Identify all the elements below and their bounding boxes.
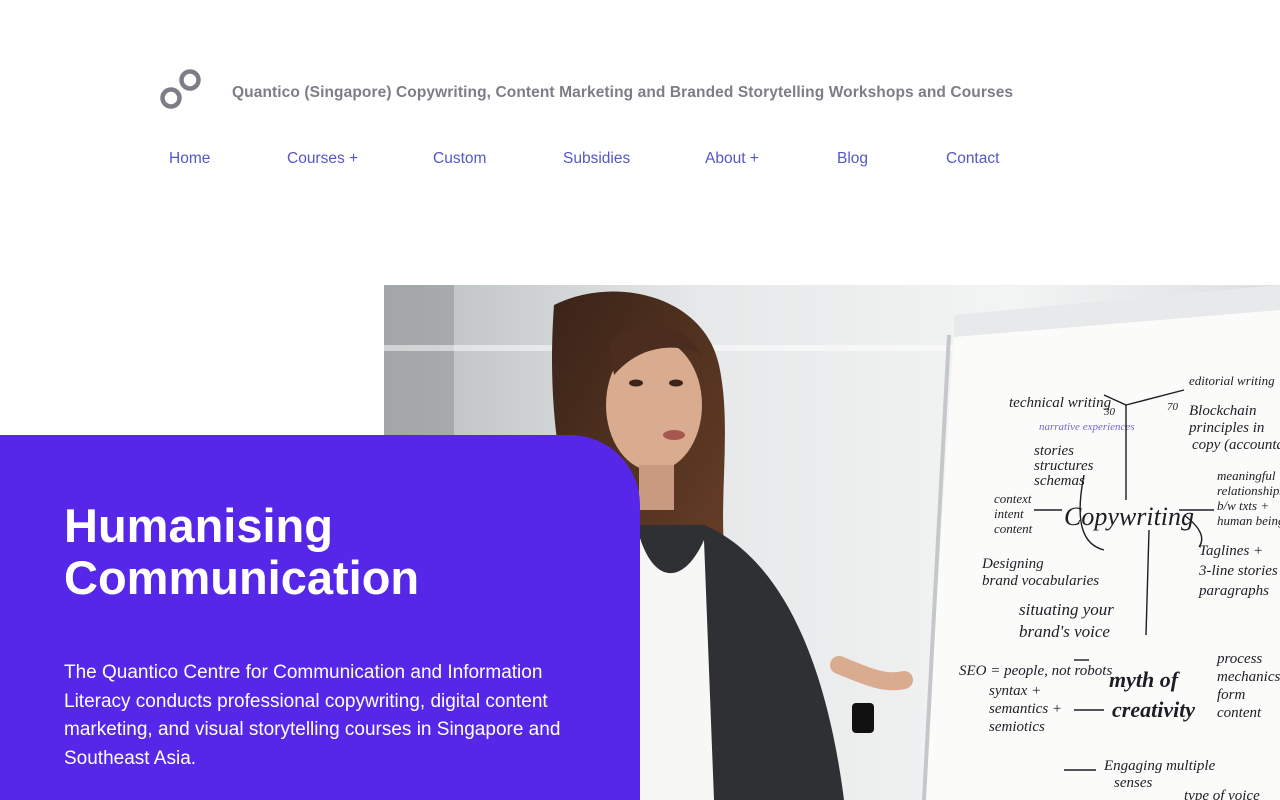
nav-blog[interactable]: Blog <box>837 150 868 168</box>
flipchart-myth: myth of <box>1109 667 1181 692</box>
nav-about[interactable]: About + <box>705 150 759 168</box>
flipchart-text: narrative experiences <box>1039 421 1135 433</box>
flipchart-text: stories <box>1034 443 1074 459</box>
flipchart-text: principles in <box>1188 420 1264 436</box>
nav-subsidies[interactable]: Subsidies <box>563 150 630 168</box>
flipchart-text: form <box>1217 687 1246 703</box>
flipchart-myth: creativity <box>1112 697 1195 722</box>
flipchart-text: paragraphs <box>1198 583 1269 599</box>
flipchart-text: 3-line stories <box>1198 563 1278 579</box>
flipchart-text: brand vocabularies <box>982 573 1099 589</box>
flipchart-text: Designing <box>981 556 1044 572</box>
flipchart-text: Blockchain <box>1189 403 1256 419</box>
hero-heading: Humanising Communication <box>64 500 604 604</box>
hero-heading-line1: Humanising <box>64 499 333 552</box>
flipchart-text: senses <box>1114 775 1152 791</box>
flipchart-text: Taglines + <box>1199 543 1263 559</box>
flipchart-text: structures <box>1034 458 1094 474</box>
flipchart-text: meaningful <box>1217 468 1276 483</box>
flipchart-text: context <box>994 491 1032 506</box>
hero-description: The Quantico Centre for Communication an… <box>64 662 561 769</box>
flipchart-text: relationships <box>1217 483 1280 498</box>
flipchart-text: content <box>1217 705 1262 721</box>
flipchart-text: intent <box>994 506 1024 521</box>
nav-custom[interactable]: Custom <box>433 150 486 168</box>
main-nav: Home Courses + Custom Subsidies About + … <box>0 150 1280 170</box>
flipchart-text: semiotics <box>989 719 1045 735</box>
page: Quantico (Singapore) Copywriting, Conten… <box>0 0 1280 800</box>
flipchart-text: syntax + <box>989 683 1041 699</box>
flipchart-text: mechanics <box>1217 669 1280 685</box>
flipchart-text: human beings <box>1217 513 1280 528</box>
flipchart-text: technical writing <box>1009 395 1112 411</box>
flipchart-number: 70 <box>1167 401 1179 413</box>
nav-home[interactable]: Home <box>169 150 210 168</box>
nav-contact[interactable]: Contact <box>946 150 999 168</box>
nav-courses[interactable]: Courses + <box>287 150 358 168</box>
flipchart-text: type of voice <box>1184 788 1260 800</box>
flipchart-number: 30 <box>1103 406 1116 418</box>
flipchart-text: schemas <box>1034 473 1085 489</box>
flipchart-text: copy (accountability) <box>1192 437 1280 453</box>
flipchart-text: situating your <box>1019 600 1114 619</box>
flipchart-text: b/w txts + <box>1217 498 1269 513</box>
flipchart-text: editorial writing <box>1189 373 1275 388</box>
hero-heading-line2: Communication <box>64 551 420 604</box>
flipchart-text: semantics + <box>989 701 1062 717</box>
flipchart-text: content <box>994 521 1033 536</box>
flipchart-text: Engaging multiple <box>1103 758 1216 774</box>
flipchart-text: SEO = people, not robots <box>959 663 1112 679</box>
flipchart-center: Copywriting <box>1064 502 1194 531</box>
flipchart-text: process <box>1216 651 1262 667</box>
site-title[interactable]: Quantico (Singapore) Copywriting, Conten… <box>232 84 1013 102</box>
flipchart-text: brand's voice <box>1019 622 1110 641</box>
linked-rings-icon[interactable] <box>160 68 204 112</box>
